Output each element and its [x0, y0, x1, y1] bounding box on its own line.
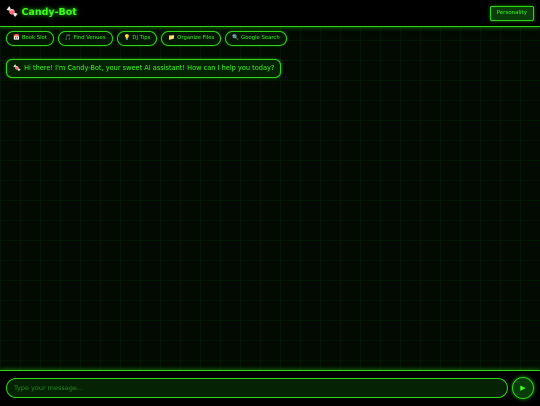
app-window: 🍬 Candy-Bot Personality 📅 Book Slot 🎵 Fi… — [0, 0, 540, 406]
bot-message-text: Hi there! I'm Candy-Bot, your sweet AI a… — [24, 64, 275, 72]
quick-action-label: Organize Files — [177, 35, 215, 41]
quick-action-label: Book Slot — [21, 35, 47, 41]
chat-messages: 🍬 Hi there! I'm Candy-Bot, your sweet AI… — [6, 55, 534, 78]
find-venues-button[interactable]: 🎵 Find Venues — [57, 31, 113, 46]
folder-icon: 📁 — [168, 35, 176, 41]
music-note-icon: 🎵 — [64, 35, 72, 41]
personality-button[interactable]: Personality — [489, 6, 534, 21]
dj-tips-button[interactable]: 💡 DJ Tips — [116, 31, 158, 46]
search-icon: 🔍 — [232, 35, 240, 41]
google-search-button[interactable]: 🔍 Google Search — [225, 31, 287, 46]
organize-files-button[interactable]: 📁 Organize Files — [161, 31, 222, 46]
send-icon: ▶ — [520, 384, 526, 392]
header-bar: 🍬 Candy-Bot Personality — [0, 0, 540, 27]
bot-message: 🍬 Hi there! I'm Candy-Bot, your sweet AI… — [6, 59, 282, 78]
quick-action-label: Google Search — [241, 35, 280, 41]
quick-action-label: Find Venues — [73, 35, 106, 41]
quick-action-label: DJ Tips — [132, 35, 151, 41]
candy-icon: 🍬 — [13, 64, 22, 72]
book-slot-button[interactable]: 📅 Book Slot — [6, 31, 54, 46]
calendar-icon: 📅 — [13, 35, 20, 41]
quick-actions-bar: 📅 Book Slot 🎵 Find Venues 💡 DJ Tips 📁 Or… — [6, 31, 287, 46]
composer-bar: ▶ — [0, 370, 540, 406]
candy-icon: 🍬 — [6, 7, 19, 18]
app-title: Candy-Bot — [21, 7, 77, 18]
lightbulb-icon: 💡 — [123, 35, 131, 41]
send-button[interactable]: ▶ — [512, 377, 534, 399]
message-input[interactable] — [6, 378, 508, 398]
brand: 🍬 Candy-Bot — [6, 6, 77, 20]
